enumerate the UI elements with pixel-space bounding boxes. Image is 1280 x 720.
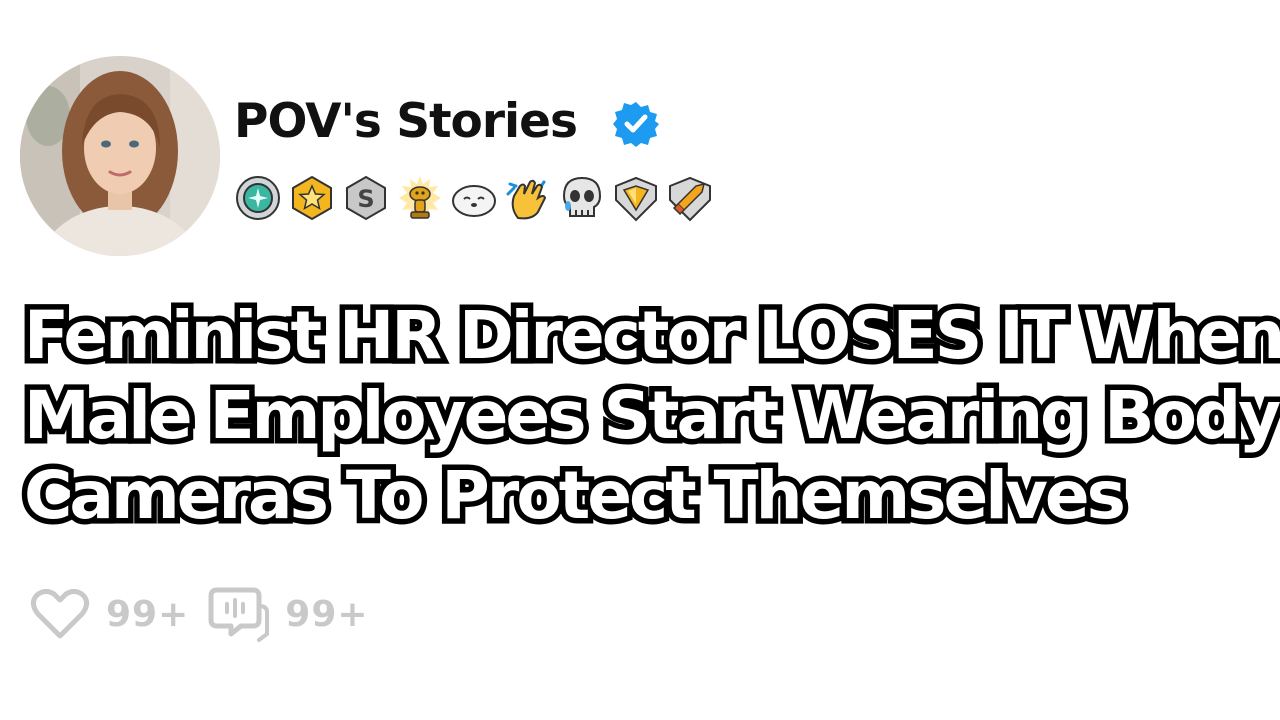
wholesome-seal-award-icon[interactable]: [450, 174, 498, 222]
platinum-rocket-award-icon[interactable]: [666, 174, 714, 222]
post-card: POV's Stories S Feminist HR Director LOS…: [0, 0, 1280, 720]
gold-star-award-icon[interactable]: [288, 174, 336, 222]
post-title-line-3: Cameras To Protect Themselves: [19, 452, 1132, 540]
verified-badge-icon: [613, 102, 659, 147]
post-title-line-2: Male Employees Start Wearing Body: [19, 372, 1280, 460]
helpful-award-icon[interactable]: [234, 174, 282, 222]
avatar[interactable]: [20, 56, 220, 256]
awards-row: S: [234, 174, 714, 226]
svg-text:S: S: [357, 185, 374, 213]
golden-snoo-award-icon[interactable]: [396, 174, 444, 222]
channel-name[interactable]: POV's Stories: [234, 92, 578, 152]
like-count: 99+: [106, 593, 190, 635]
silver-award-icon[interactable]: S: [342, 174, 390, 222]
comment-icon[interactable]: [207, 582, 271, 646]
post-stats: 99+ 99+: [28, 582, 387, 646]
heart-icon[interactable]: [28, 582, 92, 646]
post-title[interactable]: Feminist HR Director LOSES IT When Male …: [19, 292, 1280, 540]
comment-count: 99+: [285, 593, 369, 635]
post-title-line-1: Feminist HR Director LOSES IT When: [19, 292, 1280, 380]
skull-laughing-award-icon[interactable]: [558, 174, 606, 222]
gold-gem-award-icon[interactable]: [612, 174, 660, 222]
clap-award-icon[interactable]: [504, 174, 552, 222]
